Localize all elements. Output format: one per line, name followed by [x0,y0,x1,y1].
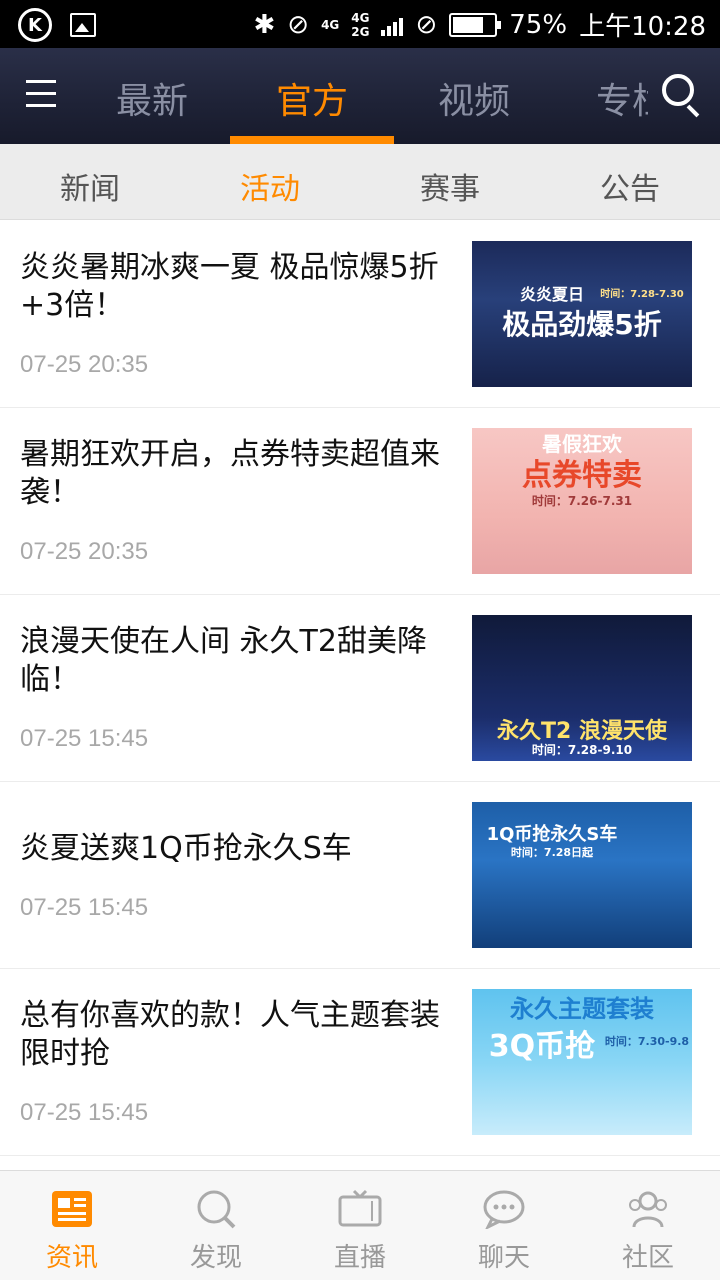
signal-icon [381,14,404,36]
list-item[interactable]: 暑期狂欢开启，点券特卖超值来袭！ 07-25 20:35 暑假狂欢 点券特卖 时… [0,408,720,595]
subtab-matches[interactable]: 赛事 [360,164,540,208]
sub-tabs: 新闻 活动 赛事 公告 [0,144,720,220]
nav-discover[interactable]: 发现 [144,1171,288,1280]
battery-percent: 75% [509,9,568,40]
list-item[interactable]: 浪漫天使在人间 永久T2甜美降临！ 07-25 15:45 永久T2 浪漫天使 … [0,595,720,782]
no-sim-icon: ⊘ [415,9,438,40]
network-type: 4G 2G [351,10,370,39]
nav-live[interactable]: 直播 [288,1171,432,1280]
article-thumbnail: 炎炎夏日 时间：7.28-7.30 极品劲爆5折 [472,241,692,387]
chat-bubble-icon [483,1190,525,1229]
nav-community[interactable]: 社区 [576,1171,720,1280]
list-item[interactable]: 炎炎暑期冰爽一夏 极品惊爆5折+3倍！ 07-25 20:35 炎炎夏日 时间：… [0,221,720,408]
group-icon [629,1191,667,1228]
network-indicator: 4G [321,17,340,32]
article-time: 07-25 15:45 [20,894,149,921]
article-title: 炎炎暑期冰爽一夏 极品惊爆5折+3倍！ [20,250,439,323]
menu-icon[interactable] [26,80,56,110]
top-nav: 最新 官方 视频 专栏 [0,48,720,144]
tab-official[interactable]: 官方 [276,72,348,124]
article-time: 07-25 15:45 [20,725,149,752]
article-title: 浪漫天使在人间 永久T2甜美降临！ [20,624,427,697]
nav-news[interactable]: 资讯 [0,1171,144,1280]
article-thumbnail: 永久T2 浪漫天使 时间：7.28-9.10 [472,615,692,761]
nav-chat[interactable]: 聊天 [432,1171,576,1280]
mute-icon: ⊘ [287,9,310,40]
subtab-events[interactable]: 活动 [180,164,360,208]
tab-video[interactable]: 视频 [438,72,510,124]
article-time: 07-25 15:45 [20,1099,149,1126]
bottom-nav: 资讯 发现 直播 聊天 社区 [0,1170,720,1280]
article-thumbnail: 永久主题套装 3Q币抢 时间：7.30-9.8 [472,989,692,1135]
image-notification-icon [70,13,96,37]
article-thumbnail: 暑假狂欢 点券特卖 时间：7.26-7.31 [472,428,692,574]
status-bar: K ✱ ⊘ 4G 4G 2G ⊘ 75% 上午10:28 [0,0,720,48]
tv-icon [338,1189,382,1227]
clock: 上午10:28 [579,12,706,42]
article-list: 炎炎暑期冰爽一夏 极品惊爆5折+3倍！ 07-25 20:35 炎炎夏日 时间：… [0,221,720,1156]
list-item[interactable]: 总有你喜欢的款！人气主题套装限时抢 07-25 15:45 永久主题套装 3Q币… [0,969,720,1156]
newspaper-icon [52,1191,92,1227]
subtab-news[interactable]: 新闻 [0,164,180,208]
article-time: 07-25 20:35 [20,351,149,378]
article-time: 07-25 20:35 [20,538,149,565]
bluetooth-icon: ✱ [253,9,276,40]
battery-icon [449,12,502,37]
subtab-notices[interactable]: 公告 [540,164,720,208]
tab-column[interactable]: 专栏 [596,72,648,124]
tab-latest[interactable]: 最新 [116,72,188,124]
article-thumbnail: 1Q币抢永久S车 时间：7.28日起 [472,802,692,948]
app-k-icon: K [18,8,52,42]
article-title: 炎夏送爽1Q币抢永久S车 [20,831,352,866]
search-icon[interactable] [662,74,702,118]
article-title: 总有你喜欢的款！人气主题套装限时抢 [20,998,440,1071]
active-tab-indicator [230,136,394,144]
list-item[interactable]: 炎夏送爽1Q币抢永久S车 07-25 15:45 1Q币抢永久S车 时间：7.2… [0,782,720,969]
article-title: 暑期狂欢开启，点券特卖超值来袭！ [20,437,440,510]
magnifier-icon [197,1190,236,1229]
